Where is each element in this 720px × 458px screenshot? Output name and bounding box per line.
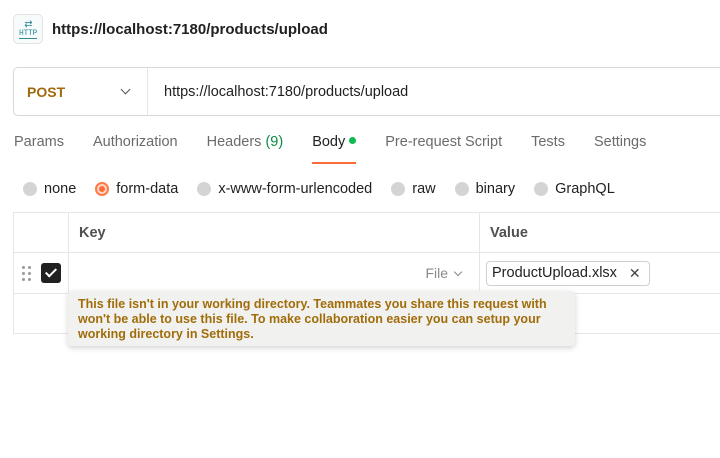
tab-label: Pre-request Script [385,134,503,150]
tab-headers[interactable]: Headers (9) [207,134,284,164]
checkmark-icon [44,265,58,278]
tab-pre-request-script[interactable]: Pre-request Script [385,134,502,164]
radio-raw[interactable]: raw [391,181,436,197]
value-cell[interactable]: ProductUpload.xlsx ✕ [480,253,720,293]
row-enabled-checkbox[interactable] [41,263,61,283]
tab-authorization[interactable]: Authorization [93,134,178,164]
radio-label: none [44,181,77,197]
headers-count: (9) [265,134,284,150]
tab-label: Authorization [92,134,178,150]
key-type-select[interactable]: File [425,265,463,281]
http-icon: ⇄ HTTP [13,14,43,44]
method-select[interactable]: POST [14,68,148,115]
radio-circle-icon [534,182,549,196]
row-handle-cell [13,253,69,293]
radio-label: GraphQL [555,181,615,197]
chevron-down-icon [453,267,463,276]
file-name: ProductUpload.xlsx [492,265,617,281]
row-handle-cell [13,294,69,333]
radio-label: x-www-form-urlencoded [218,181,373,197]
header-handle-cell [13,213,69,252]
request-tabs: Params Authorization Headers (9) Body Pr… [14,134,675,164]
value-column-header: Value [490,224,528,241]
tab-settings[interactable]: Settings [594,134,646,164]
request-title-row: ⇄ HTTP https://localhost:7180/products/u… [13,12,328,46]
tab-label: Headers [206,134,262,150]
radio-label: binary [475,181,516,197]
url-bar: POST [13,67,720,116]
radio-none[interactable]: none [23,181,76,197]
body-type-options: none form-data x-www-form-urlencoded raw… [23,179,634,199]
radio-label: raw [412,181,436,197]
radio-form-data[interactable]: form-data [95,181,178,197]
radio-circle-icon [23,182,37,196]
radio-x-www-form-urlencoded[interactable]: x-www-form-urlencoded [197,181,372,197]
method-label: POST [27,83,66,100]
tab-label: Settings [593,134,647,150]
request-page: ⇄ HTTP https://localhost:7180/products/u… [0,0,720,458]
radio-circle-icon [454,182,469,196]
radio-graphql[interactable]: GraphQL [534,181,615,197]
working-directory-warning-tooltip: This file isn't in your working director… [68,291,575,346]
file-chip: ProductUpload.xlsx ✕ [486,260,650,286]
remove-file-close-icon[interactable]: ✕ [629,265,641,282]
body-active-dot-icon [349,137,357,144]
tab-label: Tests [531,134,565,150]
radio-circle-icon [391,182,406,196]
tab-label: Params [14,134,64,150]
table-row: File ProductUpload.xlsx ✕ [13,253,720,294]
tab-label: Body [312,134,346,150]
url-input[interactable] [148,68,720,115]
radio-binary[interactable]: binary [454,181,516,197]
table-header-row: Key Value [13,212,720,253]
tab-tests[interactable]: Tests [531,134,565,164]
tab-params[interactable]: Params [14,134,64,164]
radio-circle-icon [197,182,212,196]
radio-selected-icon [95,182,110,196]
key-column-header: Key [69,213,480,252]
tab-body[interactable]: Body [312,134,357,164]
chevron-down-icon [120,84,131,95]
swap-arrows-icon: ⇄ [24,18,32,30]
drag-handle-icon[interactable] [22,265,31,281]
radio-label: form-data [116,181,179,197]
http-icon-text: HTTP [18,28,37,39]
request-title[interactable]: https://localhost:7180/products/upload [52,21,328,38]
key-type-label: File [425,265,448,281]
key-cell[interactable]: File [69,253,480,293]
